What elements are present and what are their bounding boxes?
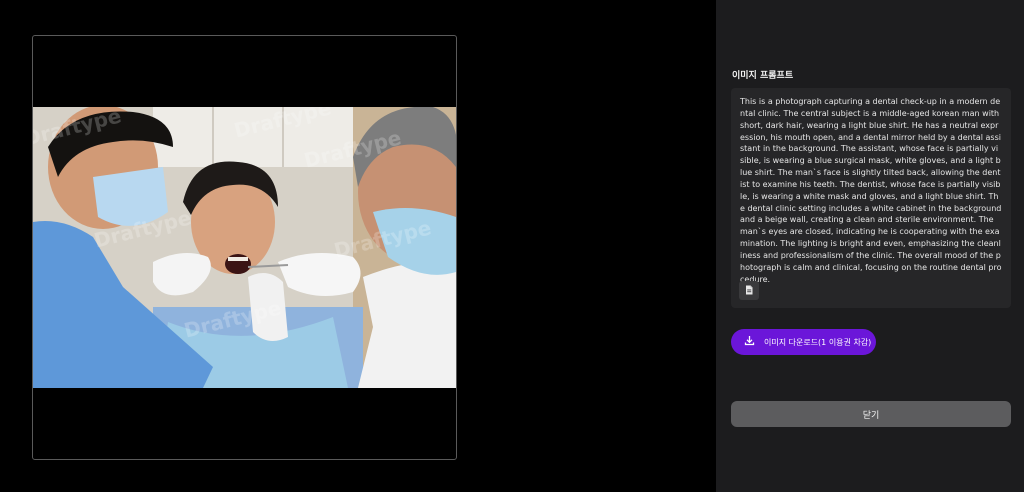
close-button[interactable]: 닫기 [731,401,1011,427]
download-image-button[interactable]: 이미지 다운로드(1 이용권 차감) [731,329,876,355]
prompt-box: This is a photograph capturing a dental … [731,88,1011,308]
prompt-text: This is a photograph capturing a dental … [740,97,1002,284]
generated-image: Draftype Draftype Draftype Draftype Draf… [33,107,456,388]
download-button-label: 이미지 다운로드(1 이용권 차감) [764,337,872,347]
prompt-heading: 이미지 프롬프트 [732,71,794,81]
download-icon [744,335,755,350]
image-stage: Draftype Draftype Draftype Draftype Draf… [0,0,716,492]
image-frame: Draftype Draftype Draftype Draftype Draf… [32,35,457,460]
copy-prompt-button[interactable] [739,281,759,300]
copy-icon [744,281,754,300]
